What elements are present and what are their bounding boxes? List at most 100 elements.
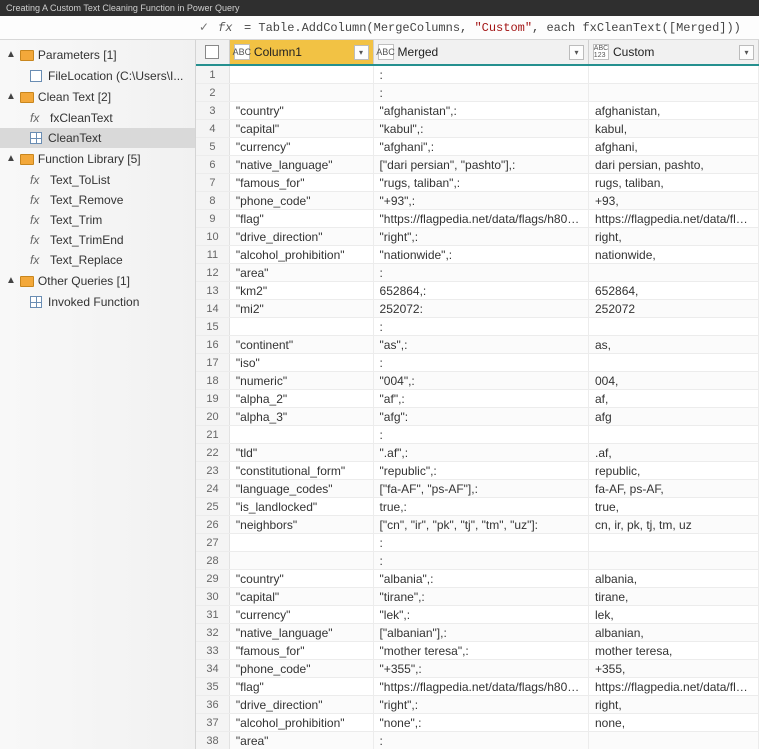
row-number[interactable]: 30 xyxy=(196,588,230,605)
cell-merged[interactable]: : xyxy=(374,534,589,551)
cell-column1[interactable]: "alpha_3" xyxy=(230,408,374,425)
row-number[interactable]: 37 xyxy=(196,714,230,731)
cell-custom[interactable]: lek, xyxy=(589,606,759,623)
cell-custom[interactable] xyxy=(589,354,759,371)
cell-column1[interactable] xyxy=(230,534,374,551)
cell-column1[interactable]: "famous_for" xyxy=(230,642,374,659)
table-row[interactable]: 21: xyxy=(196,426,759,444)
table-row[interactable]: 2: xyxy=(196,84,759,102)
cell-column1[interactable] xyxy=(230,84,374,101)
table-row[interactable]: 29"country""albania",:albania, xyxy=(196,570,759,588)
cell-custom[interactable]: fa-AF, ps-AF, xyxy=(589,480,759,497)
row-number[interactable]: 28 xyxy=(196,552,230,569)
row-number[interactable]: 5 xyxy=(196,138,230,155)
cell-custom[interactable]: albania, xyxy=(589,570,759,587)
cell-merged[interactable]: "right",: xyxy=(374,696,589,713)
row-number[interactable]: 19 xyxy=(196,390,230,407)
cell-custom[interactable] xyxy=(589,84,759,101)
row-number[interactable]: 3 xyxy=(196,102,230,119)
cell-custom[interactable]: rugs, taliban, xyxy=(589,174,759,191)
data-rows[interactable]: 1:2:3"country""afghanistan",:afghanistan… xyxy=(196,66,759,749)
cell-custom[interactable]: +355, xyxy=(589,660,759,677)
cell-custom[interactable]: 652864, xyxy=(589,282,759,299)
cell-column1[interactable] xyxy=(230,318,374,335)
type-any-icon[interactable]: ABC 123 xyxy=(593,44,609,60)
column-header-column1[interactable]: ABC Column1 ▾ xyxy=(230,40,374,64)
cell-merged[interactable]: ["cn", "ir", "pk", "tj", "tm", "uz"]: xyxy=(374,516,589,533)
cell-merged[interactable]: : xyxy=(374,84,589,101)
cell-custom[interactable]: 252072 xyxy=(589,300,759,317)
row-number[interactable]: 12 xyxy=(196,264,230,281)
cell-column1[interactable]: "continent" xyxy=(230,336,374,353)
row-number[interactable]: 7 xyxy=(196,174,230,191)
formula-commit-icon[interactable]: ✓ xyxy=(196,20,212,35)
cell-custom[interactable]: true, xyxy=(589,498,759,515)
cell-column1[interactable]: "numeric" xyxy=(230,372,374,389)
table-row[interactable]: 16"continent""as",:as, xyxy=(196,336,759,354)
query-cleantext[interactable]: CleanText xyxy=(0,128,195,148)
table-row[interactable]: 15: xyxy=(196,318,759,336)
cell-custom[interactable]: afghani, xyxy=(589,138,759,155)
table-row[interactable]: 25"is_landlocked"true,:true, xyxy=(196,498,759,516)
row-number[interactable]: 25 xyxy=(196,498,230,515)
column-header-merged[interactable]: ABC Merged ▾ xyxy=(374,40,589,64)
table-row[interactable]: 17"iso": xyxy=(196,354,759,372)
cell-column1[interactable]: "flag" xyxy=(230,678,374,695)
cell-column1[interactable]: "phone_code" xyxy=(230,192,374,209)
cell-merged[interactable]: 652864,: xyxy=(374,282,589,299)
cell-custom[interactable] xyxy=(589,318,759,335)
table-row[interactable]: 1: xyxy=(196,66,759,84)
cell-custom[interactable] xyxy=(589,426,759,443)
row-number[interactable]: 36 xyxy=(196,696,230,713)
row-number[interactable]: 29 xyxy=(196,570,230,587)
cell-column1[interactable]: "constitutional_form" xyxy=(230,462,374,479)
table-row[interactable]: 32"native_language"["albanian"],:albania… xyxy=(196,624,759,642)
formula-text[interactable]: = Table.AddColumn(MergeColumns, "Custom"… xyxy=(244,21,741,35)
cell-custom[interactable]: as, xyxy=(589,336,759,353)
cell-merged[interactable]: "nationwide",: xyxy=(374,246,589,263)
row-number[interactable]: 4 xyxy=(196,120,230,137)
collapse-icon[interactable]: ▲ xyxy=(6,154,16,164)
queries-pane[interactable]: ▲ Parameters [1] FileLocation (C:\Users\… xyxy=(0,40,196,749)
query-text-replace[interactable]: fxText_Replace xyxy=(0,250,195,270)
cell-column1[interactable]: "currency" xyxy=(230,138,374,155)
cell-custom[interactable]: right, xyxy=(589,228,759,245)
cell-custom[interactable]: https://flagpedia.net/data/flags/h80/al.… xyxy=(589,678,759,695)
table-row[interactable]: 31"currency""lek",:lek, xyxy=(196,606,759,624)
query-fxcleantext[interactable]: fx fxCleanText xyxy=(0,108,195,128)
cell-custom[interactable]: 004, xyxy=(589,372,759,389)
cell-custom[interactable]: nationwide, xyxy=(589,246,759,263)
row-number[interactable]: 27 xyxy=(196,534,230,551)
cell-custom[interactable]: dari persian, pashto, xyxy=(589,156,759,173)
cell-merged[interactable]: true,: xyxy=(374,498,589,515)
table-row[interactable]: 34"phone_code""+355",:+355, xyxy=(196,660,759,678)
cell-merged[interactable]: ".af",: xyxy=(374,444,589,461)
cell-custom[interactable]: afg xyxy=(589,408,759,425)
row-number[interactable]: 21 xyxy=(196,426,230,443)
table-row[interactable]: 20 "alpha_3""afg":afg xyxy=(196,408,759,426)
table-row[interactable]: 26"neighbors"["cn", "ir", "pk", "tj", "t… xyxy=(196,516,759,534)
query-text-trimend[interactable]: fxText_TrimEnd xyxy=(0,230,195,250)
cell-column1[interactable]: "area" xyxy=(230,732,374,749)
cell-column1[interactable] xyxy=(230,426,374,443)
cell-merged[interactable]: : xyxy=(374,552,589,569)
table-row[interactable]: 36"drive_direction""right",:right, xyxy=(196,696,759,714)
cell-column1[interactable]: "country" xyxy=(230,102,374,119)
cell-merged[interactable]: : xyxy=(374,732,589,749)
column-filter-dropdown[interactable]: ▾ xyxy=(739,45,754,60)
cell-merged[interactable]: "https://flagpedia.net/data/flags/h80/af… xyxy=(374,210,589,227)
cell-merged[interactable]: 252072: xyxy=(374,300,589,317)
cell-custom[interactable]: tirane, xyxy=(589,588,759,605)
cell-merged[interactable]: "af",: xyxy=(374,390,589,407)
table-row[interactable]: 23"constitutional_form""republic",:repub… xyxy=(196,462,759,480)
cell-merged[interactable]: ["albanian"],: xyxy=(374,624,589,641)
cell-merged[interactable]: : xyxy=(374,66,589,83)
query-text-remove[interactable]: fxText_Remove xyxy=(0,190,195,210)
cell-column1[interactable]: "drive_direction" xyxy=(230,228,374,245)
cell-column1[interactable] xyxy=(230,66,374,83)
type-text-icon[interactable]: ABC xyxy=(234,44,250,60)
cell-column1[interactable]: "is_landlocked" xyxy=(230,498,374,515)
collapse-icon[interactable]: ▲ xyxy=(6,50,16,60)
cell-merged[interactable]: "none",: xyxy=(374,714,589,731)
cell-custom[interactable]: afghanistan, xyxy=(589,102,759,119)
